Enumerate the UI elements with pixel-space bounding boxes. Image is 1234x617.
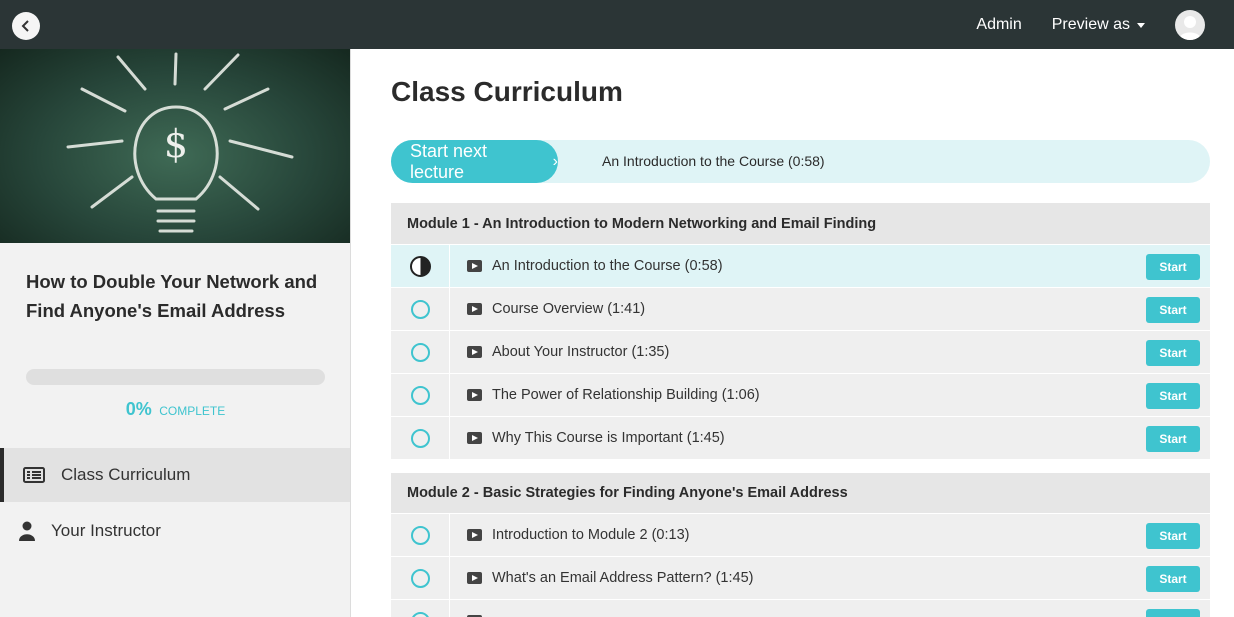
sidebar-item-label: Your Instructor xyxy=(51,521,161,540)
lecture-status xyxy=(391,600,450,617)
sidebar-item-label: Class Curriculum xyxy=(61,465,191,484)
progress-bar xyxy=(26,369,325,385)
empty-circle-icon xyxy=(410,299,430,319)
module-1: Module 1 - An Introduction to Modern Net… xyxy=(391,203,1210,459)
page-title: Class Curriculum xyxy=(391,76,623,107)
lecture-title: Course Overview (1:41) xyxy=(492,301,646,317)
progress-label: COMPLETE xyxy=(159,404,226,418)
avatar[interactable] xyxy=(1175,9,1205,40)
start-button[interactable]: Start xyxy=(1146,609,1200,617)
empty-circle-icon xyxy=(410,385,430,405)
lecture-row[interactable]: Why This Course is Important (1:45) Star… xyxy=(391,416,1210,459)
lecture-status xyxy=(391,288,450,330)
start-button[interactable]: Start xyxy=(1146,254,1200,280)
preview-as-dropdown[interactable]: Preview as xyxy=(1052,16,1145,34)
empty-circle-icon xyxy=(410,342,430,362)
start-button[interactable]: Start xyxy=(1146,297,1200,323)
video-icon xyxy=(467,389,482,401)
lecture-row[interactable]: About Your Instructor (1:35) Start xyxy=(391,330,1210,373)
lecture-row[interactable]: The Power of Relationship Building (1:06… xyxy=(391,373,1210,416)
start-next-lecture-button[interactable]: Start next lecture › xyxy=(391,140,558,183)
back-button[interactable] xyxy=(12,12,40,40)
video-icon xyxy=(467,346,482,358)
preview-as-label: Preview as xyxy=(1051,15,1130,33)
progress-status: 0% COMPLETE xyxy=(26,399,325,420)
empty-circle-icon xyxy=(410,428,430,448)
start-button[interactable]: Start xyxy=(1146,340,1200,366)
lecture-row[interactable]: An Introduction to the Course (0:58) Sta… xyxy=(391,244,1210,287)
lecture-row[interactable]: Course Overview (1:41) Start xyxy=(391,287,1210,330)
lecture-status xyxy=(391,374,450,416)
video-icon xyxy=(467,529,482,541)
module-2: Module 2 - Basic Strategies for Finding … xyxy=(391,473,1210,617)
lecture-row[interactable]: Start xyxy=(391,599,1210,617)
video-icon xyxy=(467,432,482,444)
next-lecture-bar: Start next lecture › An Introduction to … xyxy=(391,140,1210,183)
chevron-left-icon xyxy=(21,20,29,32)
lecture-status xyxy=(391,331,450,373)
next-lecture-title: An Introduction to the Course (0:58) xyxy=(602,153,825,169)
main-content: Class Curriculum Start next lecture › An… xyxy=(351,49,1234,617)
lecture-title: About Your Instructor (1:35) xyxy=(492,344,670,360)
start-button[interactable]: Start xyxy=(1146,383,1200,409)
list-icon xyxy=(21,467,47,483)
lecture-status xyxy=(391,417,450,459)
empty-circle-icon xyxy=(410,568,430,588)
sidebar-item-your-instructor[interactable]: Your Instructor xyxy=(0,504,350,558)
start-button[interactable]: Start xyxy=(1146,566,1200,592)
chevron-right-icon: › xyxy=(552,152,558,170)
empty-circle-icon xyxy=(410,525,430,545)
lecture-title: What's an Email Address Pattern? (1:45) xyxy=(492,570,754,586)
progress-percent: 0% xyxy=(125,399,152,419)
lecture-title: Introduction to Module 2 (0:13) xyxy=(492,527,690,543)
half-circle-progress-icon xyxy=(409,255,431,277)
video-icon xyxy=(467,303,482,315)
empty-circle-icon xyxy=(410,611,430,617)
start-button[interactable]: Start xyxy=(1146,523,1200,549)
caret-down-icon xyxy=(1137,23,1145,28)
user-avatar-icon xyxy=(1179,15,1201,40)
lightbulb-dollar-icon: $ xyxy=(66,52,294,233)
video-icon xyxy=(467,572,482,584)
lecture-title: An Introduction to the Course (0:58) xyxy=(492,258,723,274)
admin-link[interactable]: Admin xyxy=(976,16,1021,34)
lecture-status xyxy=(391,557,450,599)
course-image: $ xyxy=(0,49,350,243)
module-title: Module 1 - An Introduction to Modern Net… xyxy=(391,203,1210,244)
top-bar: Admin Preview as xyxy=(0,0,1234,49)
sidebar: $ How to Double Your Network and Find An… xyxy=(0,49,351,617)
start-next-lecture-label: Start next lecture xyxy=(410,140,488,182)
lecture-title: Why This Course is Important (1:45) xyxy=(492,430,725,446)
lecture-row[interactable]: Introduction to Module 2 (0:13) Start xyxy=(391,513,1210,556)
start-button[interactable]: Start xyxy=(1146,426,1200,452)
lecture-status xyxy=(391,514,450,556)
lecture-title: The Power of Relationship Building (1:06… xyxy=(492,387,760,403)
course-title: How to Double Your Network and Find Anyo… xyxy=(26,271,318,321)
user-icon xyxy=(14,521,40,541)
sidebar-item-class-curriculum[interactable]: Class Curriculum xyxy=(0,448,350,502)
svg-text:$: $ xyxy=(164,122,188,166)
lecture-row[interactable]: What's an Email Address Pattern? (1:45) … xyxy=(391,556,1210,599)
module-title: Module 2 - Basic Strategies for Finding … xyxy=(391,473,1210,513)
lecture-status xyxy=(391,245,450,287)
video-icon xyxy=(467,260,482,272)
